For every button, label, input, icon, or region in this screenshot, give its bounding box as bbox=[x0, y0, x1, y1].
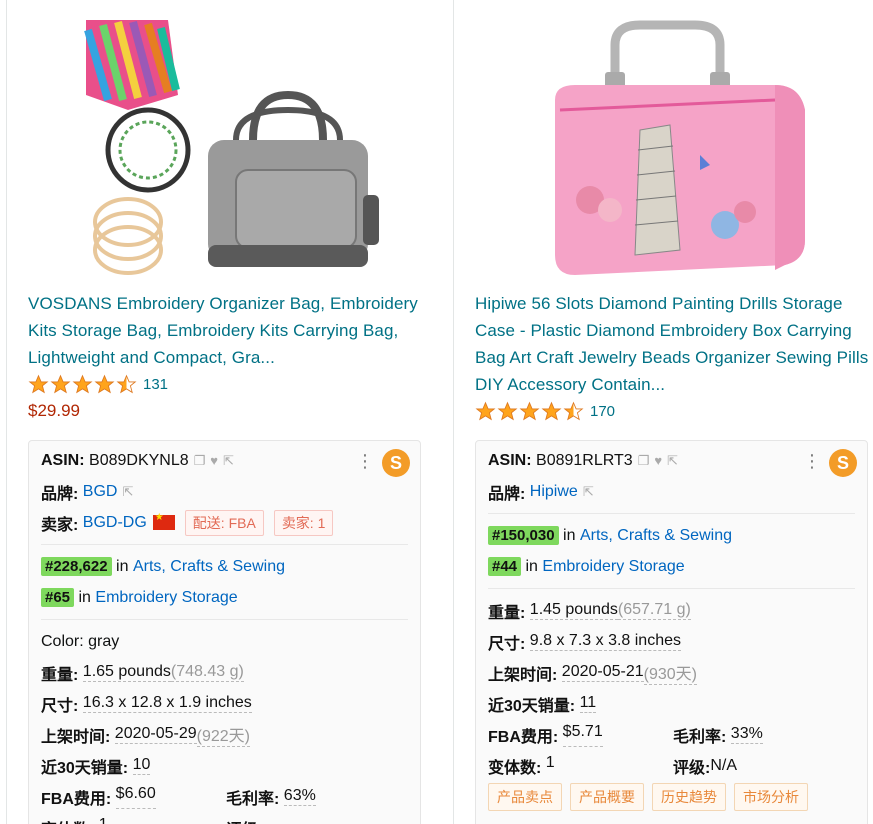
weight-row: 重量: 1.45 pounds (657.71 g) bbox=[488, 601, 691, 622]
star-icon bbox=[497, 401, 518, 420]
star-icon bbox=[28, 374, 49, 393]
kebab-menu-icon[interactable]: ⋮ bbox=[356, 451, 374, 471]
product-image-2[interactable] bbox=[475, 0, 873, 290]
star-icon bbox=[94, 374, 115, 393]
sellersprite-logo-icon[interactable]: S bbox=[829, 449, 857, 477]
rank-row: #65 in Embroidery Storage bbox=[41, 582, 408, 613]
rating-count[interactable]: 131 bbox=[143, 376, 168, 393]
product-card-1: VOSDANS Embroidery Organizer Bag, Embroi… bbox=[28, 0, 428, 824]
category-link[interactable]: Arts, Crafts & Sewing bbox=[580, 527, 732, 545]
market-analysis-button[interactable]: 市场分析 bbox=[734, 782, 808, 811]
sellersprite-logo-icon[interactable]: S bbox=[382, 449, 410, 477]
rank-badge: #65 bbox=[41, 588, 75, 607]
info-panel-2: ⋮ S ASIN: B0891RLRT3 ❐ ♥ ⇱ 品牌: Hipiwe ⇱ … bbox=[475, 440, 868, 824]
rating-2[interactable]: 170 bbox=[475, 398, 873, 424]
seller-row: 卖家: BGD-DG 配送: FBA 卖家: 1 bbox=[41, 507, 408, 538]
star-icon bbox=[72, 374, 93, 393]
action-buttons: 产品卖点 产品概要 历史趋势 市场分析 bbox=[488, 781, 855, 812]
asin-row: ASIN: B089DKYNL8 ❐ ♥ ⇱ bbox=[41, 451, 234, 470]
asin-row: ASIN: B0891RLRT3 ❐ ♥ ⇱ bbox=[488, 451, 678, 470]
share-icon[interactable]: ⇱ bbox=[122, 484, 133, 500]
fba-row: FBA费用: $6.60 毛利率: 63% bbox=[41, 784, 316, 809]
size-row: 尺寸: 9.8 x 7.3 x 3.8 inches bbox=[488, 632, 681, 653]
rank-badge: #228,622 bbox=[41, 557, 112, 576]
sales-row: 近30天销量: 11 bbox=[488, 694, 597, 715]
kebab-menu-icon[interactable]: ⋮ bbox=[803, 451, 821, 471]
product-image-1[interactable] bbox=[28, 0, 428, 290]
date-row: 上架时间: 2020-05-21 (930天) bbox=[488, 657, 855, 688]
star-icon bbox=[50, 374, 71, 393]
rank-row: #150,030 in Arts, Crafts & Sewing bbox=[488, 520, 855, 551]
divider bbox=[488, 513, 855, 514]
copy-icon[interactable]: ❐ bbox=[194, 453, 206, 469]
rank-row: #44 in Embroidery Storage bbox=[488, 551, 855, 582]
selling-points-button[interactable]: 产品卖点 bbox=[488, 782, 562, 811]
overview-button[interactable]: 产品概要 bbox=[570, 782, 644, 811]
size-row: 尺寸: 16.3 x 12.8 x 1.9 inches bbox=[41, 694, 252, 715]
rating-1[interactable]: 131 bbox=[28, 371, 428, 397]
share-icon[interactable]: ⇱ bbox=[583, 484, 594, 500]
fba-tag: 配送: FBA bbox=[184, 509, 264, 536]
brand-row: 品牌: Hipiwe ⇱ bbox=[488, 482, 594, 503]
brand-link[interactable]: BGD bbox=[83, 483, 118, 501]
divider bbox=[41, 544, 408, 545]
star-icon bbox=[541, 401, 562, 420]
column-divider bbox=[453, 0, 454, 824]
info-panel-1: ⋮ S ASIN: B089DKYNL8 ❐ ♥ ⇱ 品牌: BGD ⇱ 卖家:… bbox=[28, 440, 421, 824]
copy-icon[interactable]: ❐ bbox=[638, 453, 650, 469]
sales-row: 近30天销量: 10 bbox=[41, 756, 151, 777]
star-rating bbox=[475, 401, 584, 422]
price: $29.99 bbox=[28, 401, 80, 420]
product-title-1[interactable]: VOSDANS Embroidery Organizer Bag, Embroi… bbox=[28, 290, 428, 371]
weight-row: 重量: 1.65 pounds (748.43 g) bbox=[41, 663, 244, 684]
half-star-icon bbox=[563, 401, 584, 420]
half-star-icon bbox=[116, 374, 137, 393]
fba-row: FBA费用: $5.71 毛利率: 33% bbox=[488, 722, 763, 747]
variant-row: 变体数: 1 评级: N/A bbox=[488, 753, 738, 777]
category-link[interactable]: Arts, Crafts & Sewing bbox=[133, 558, 285, 576]
share-icon[interactable]: ⇱ bbox=[667, 453, 678, 469]
brand-row: 品牌: BGD ⇱ bbox=[41, 482, 134, 503]
category-link[interactable]: Embroidery Storage bbox=[95, 589, 237, 607]
product-card-2: Hipiwe 56 Slots Diamond Painting Drills … bbox=[475, 0, 873, 824]
asin-value[interactable]: B0891RLRT3 bbox=[536, 452, 633, 470]
variant-row: 变体数: 1 评级: bbox=[41, 815, 263, 824]
seller-count-tag: 卖家: 1 bbox=[273, 509, 334, 536]
heart-icon[interactable]: ♥ bbox=[210, 453, 218, 468]
color-row: Color: gray bbox=[41, 632, 120, 650]
rating-count[interactable]: 170 bbox=[590, 403, 615, 420]
left-divider bbox=[6, 0, 7, 824]
seller-link[interactable]: BGD-DG bbox=[83, 514, 147, 532]
rank-row: #228,622 in Arts, Crafts & Sewing bbox=[41, 551, 408, 582]
history-trend-button[interactable]: 历史趋势 bbox=[652, 782, 726, 811]
rank-badge: #150,030 bbox=[488, 526, 559, 545]
china-flag-icon bbox=[152, 512, 175, 530]
star-icon bbox=[475, 401, 496, 420]
date-row: 上架时间: 2020-05-29 (922天) bbox=[41, 719, 408, 750]
share-icon[interactable]: ⇱ bbox=[223, 453, 234, 469]
divider bbox=[41, 619, 408, 620]
heart-icon[interactable]: ♥ bbox=[654, 453, 662, 468]
asin-value[interactable]: B089DKYNL8 bbox=[89, 452, 189, 470]
category-link[interactable]: Embroidery Storage bbox=[542, 558, 684, 576]
rank-badge: #44 bbox=[488, 557, 522, 576]
product-title-2[interactable]: Hipiwe 56 Slots Diamond Painting Drills … bbox=[475, 290, 873, 398]
divider bbox=[488, 588, 855, 589]
brand-link[interactable]: Hipiwe bbox=[530, 483, 578, 501]
star-rating bbox=[28, 374, 137, 395]
star-icon bbox=[519, 401, 540, 420]
